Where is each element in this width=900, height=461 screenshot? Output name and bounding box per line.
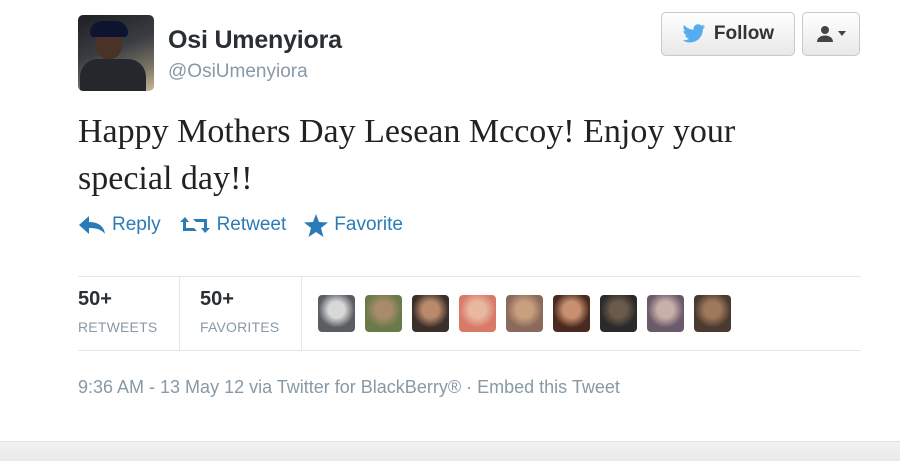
retweets-count: 50+ [78,288,112,310]
reply-icon [79,216,105,234]
user-display-name[interactable]: Osi Umenyiora [168,26,342,55]
favoriter-avatars [318,295,731,332]
reply-label: Reply [112,214,161,235]
retweet-icon [179,217,210,233]
avatar-figure-cap [90,21,128,37]
avatar-figure-body [80,59,146,91]
favorite-label: Favorite [334,214,403,235]
caret-down-icon [838,31,846,36]
favoriter-avatar[interactable] [694,295,731,332]
person-icon [817,26,833,42]
favoriter-avatar[interactable] [459,295,496,332]
follow-button-label: Follow [713,23,775,44]
star-icon [304,213,329,237]
favoriter-avatar[interactable] [506,295,543,332]
favorites-label: FAVORITES [200,319,280,335]
favoriter-avatar[interactable] [553,295,590,332]
tweet-metadata: 9:36 AM - 13 May 12 via Twitter for Blac… [78,377,620,398]
tweet-text: Happy Mothers Day Lesean Mccoy! Enjoy yo… [78,113,736,197]
bottom-footer-band [0,441,900,461]
tweet-stats: 50+ RETWEETS 50+ FAVORITES [78,277,302,350]
favoriter-avatar[interactable] [600,295,637,332]
client-link[interactable]: Twitter for BlackBerry® [277,377,461,397]
tweet-actions: Reply Retweet Favorite [78,208,403,242]
favorite-action[interactable]: Favorite [304,213,403,237]
favoriter-avatar[interactable] [318,295,355,332]
user-actions-dropdown-button[interactable] [802,12,860,56]
embed-tweet-link[interactable]: Embed this Tweet [477,377,620,397]
reply-action[interactable]: Reply [78,214,161,236]
favoriter-avatar[interactable] [647,295,684,332]
favoriter-avatar[interactable] [412,295,449,332]
embedded-tweet: Osi Umenyiora @OsiUmenyiora Follow Happy… [0,0,900,461]
meta-separator: · [461,377,478,397]
retweets-label: RETWEETS [78,319,158,335]
tweet-timestamp-link[interactable]: 9:36 AM - 13 May 12 [78,377,244,397]
stats-bottom-divider [78,350,861,351]
favorites-stat[interactable]: 50+ FAVORITES [180,277,302,350]
retweet-label: Retweet [216,214,287,235]
twitter-bird-icon [682,24,706,43]
via-text: via [244,377,277,397]
user-handle[interactable]: @OsiUmenyiora [168,61,308,83]
retweet-action[interactable]: Retweet [179,214,287,236]
favoriter-avatar[interactable] [365,295,402,332]
favorites-count: 50+ [200,288,234,310]
follow-button[interactable]: Follow [661,12,795,56]
user-avatar[interactable] [78,15,154,91]
retweets-stat[interactable]: 50+ RETWEETS [78,277,180,350]
